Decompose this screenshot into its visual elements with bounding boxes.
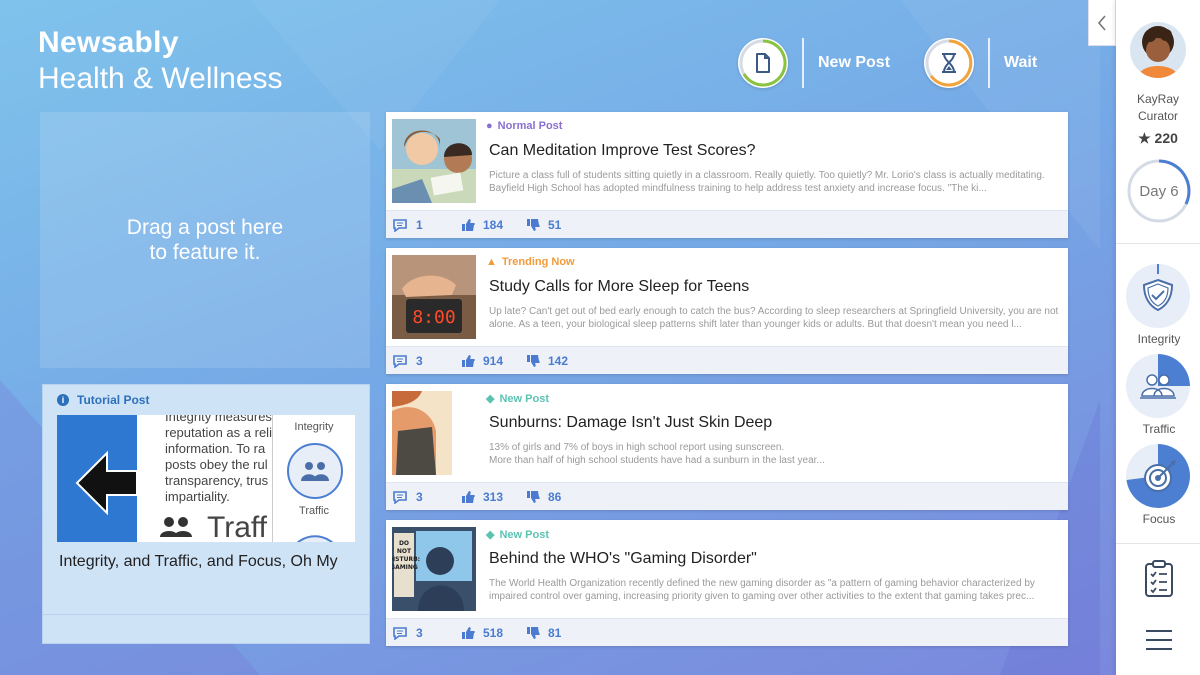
post-stats: 3 518 81: [386, 618, 1068, 646]
post-title[interactable]: Behind the WHO's "Gaming Disorder": [489, 550, 757, 568]
traffic-metric[interactable]: Traffic: [1126, 354, 1192, 436]
circle-icon: ●: [486, 120, 493, 132]
post-title[interactable]: Can Meditation Improve Test Scores?: [489, 142, 756, 160]
app-name: Newsably: [38, 26, 179, 59]
post-card[interactable]: ◆ New Post Sunburns: Damage Isn't Just S…: [386, 384, 1068, 510]
clock-display: 8:00: [412, 307, 455, 328]
dislike-count[interactable]: 51: [526, 218, 561, 232]
post-type-tag: ▲ Trending Now: [486, 256, 575, 268]
tutorial-title[interactable]: Integrity, and Traffic, and Focus, Oh My: [59, 553, 338, 571]
collapse-sidebar-button[interactable]: [1088, 0, 1116, 46]
post-thumbnail: [392, 119, 476, 203]
post-excerpt: Up late? Can't get out of bed early enou…: [489, 306, 1059, 330]
post-stats: 3 914 142: [386, 346, 1068, 374]
dislike-count[interactable]: 81: [526, 626, 561, 640]
thumbs-up-icon: [462, 490, 475, 503]
wait-button[interactable]: [924, 38, 974, 88]
comment-count[interactable]: 3: [392, 490, 423, 504]
tutorial-tag: i Tutorial Post: [57, 393, 149, 407]
action-divider: [988, 38, 990, 88]
tutorial-metrics-preview: Integrity Traffic: [272, 415, 355, 542]
integrity-preview-icon: [287, 443, 343, 499]
arrow-left-icon: [75, 450, 138, 516]
hamburger-menu-icon: [1146, 630, 1172, 650]
comment-icon: [393, 218, 407, 232]
thumbs-up-icon: [462, 218, 475, 231]
focus-metric[interactable]: Focus: [1126, 444, 1192, 526]
comment-count[interactable]: 1: [392, 218, 423, 232]
thumbs-up-icon: [462, 626, 475, 639]
target-icon: [1126, 444, 1190, 508]
post-thumbnail: [392, 391, 476, 475]
people-icon: [1140, 354, 1190, 399]
clipboard-checklist-icon: [1145, 560, 1173, 597]
tasks-button[interactable]: [1144, 560, 1174, 603]
like-count[interactable]: 313: [461, 490, 503, 504]
post-card[interactable]: 8:00 ▲ Trending Now Study Calls for More…: [386, 248, 1068, 374]
thumbs-down-icon: [527, 354, 540, 367]
action-divider: [802, 38, 804, 88]
people-icon: [160, 517, 192, 537]
post-title[interactable]: Study Calls for More Sleep for Teens: [489, 278, 749, 296]
post-card[interactable]: DONOTDISTURB:GAMING ◆ New Post Behind th…: [386, 520, 1068, 646]
post-type-tag: ◆ New Post: [486, 528, 549, 542]
door-sign-line: DISTURB:: [392, 556, 420, 563]
dislike-count[interactable]: 142: [526, 354, 568, 368]
post-type-tag: ● Normal Post: [486, 120, 563, 132]
post-excerpt: The World Health Organization recently d…: [489, 578, 1035, 602]
post-thumbnail: 8:00: [392, 255, 476, 339]
post-title[interactable]: Sunburns: Damage Isn't Just Skin Deep: [489, 414, 772, 432]
comment-count[interactable]: 3: [392, 354, 423, 368]
like-count[interactable]: 518: [461, 626, 503, 640]
door-sign-line: DO: [399, 540, 409, 547]
triangle-icon: ▲: [486, 256, 497, 268]
new-post-button[interactable]: [738, 38, 788, 88]
chevron-left-icon: [1097, 14, 1106, 31]
diamond-icon: ◆: [486, 393, 495, 405]
feature-hint: Drag a post here to feature it.: [126, 216, 284, 264]
integrity-metric[interactable]: Integrity: [1126, 264, 1192, 346]
dislike-count[interactable]: 86: [526, 490, 561, 504]
thumbs-down-icon: [527, 218, 540, 231]
diamond-icon: ◆: [486, 529, 495, 541]
day-counter: Day 6: [1126, 158, 1192, 224]
like-count[interactable]: 914: [461, 354, 503, 368]
tutorial-thumbnail: Integrity measures reputation as a reli …: [57, 415, 355, 542]
post-stats: 1 184 51: [386, 210, 1068, 238]
wait-label[interactable]: Wait: [1004, 54, 1037, 72]
avatar[interactable]: [1130, 22, 1186, 78]
post-excerpt: Picture a class full of students sitting…: [489, 170, 1045, 194]
tutorial-post-card[interactable]: i Tutorial Post Integrity measures reput…: [42, 384, 370, 644]
thumbs-up-icon: [462, 354, 475, 367]
wait-action[interactable]: Wait: [924, 38, 1037, 88]
post-thumbnail: DONOTDISTURB:GAMING: [392, 527, 476, 611]
post-card[interactable]: ● Normal Post Can Meditation Improve Tes…: [386, 112, 1068, 238]
comment-icon: [393, 354, 407, 368]
info-icon: i: [57, 394, 69, 406]
new-post-label[interactable]: New Post: [818, 54, 890, 72]
shield-icon: [1142, 264, 1174, 312]
star-icon: ★: [1138, 130, 1151, 146]
score: ★ 220: [1138, 130, 1178, 146]
menu-button[interactable]: [1145, 628, 1173, 657]
thumbs-down-icon: [527, 626, 540, 639]
feature-drop-zone[interactable]: Drag a post here to feature it.: [40, 112, 370, 368]
post-stats: 3 313 86: [386, 482, 1068, 510]
user-name: KayRay: [1136, 92, 1180, 106]
user-role: Curator: [1137, 109, 1178, 123]
section-title: Health & Wellness: [38, 62, 283, 95]
comment-count[interactable]: 3: [392, 626, 423, 640]
brand: Newsably Health & Wellness: [38, 26, 283, 96]
new-post-action[interactable]: New Post: [738, 38, 890, 88]
door-sign-line: NOT: [397, 548, 412, 555]
post-type-tag: ◆ New Post: [486, 392, 549, 406]
post-excerpt: 13% of girls and 7% of boys in high scho…: [489, 442, 825, 466]
thumbs-down-icon: [527, 490, 540, 503]
comment-icon: [393, 490, 407, 504]
like-count[interactable]: 184: [461, 218, 503, 232]
tutorial-traffic-word: Traff: [207, 511, 268, 542]
right-sidebar: KayRay Curator ★ 220 Day 6 Integrity Tra…: [1116, 0, 1200, 675]
comment-icon: [393, 626, 407, 640]
door-sign-line: GAMING: [392, 564, 418, 571]
